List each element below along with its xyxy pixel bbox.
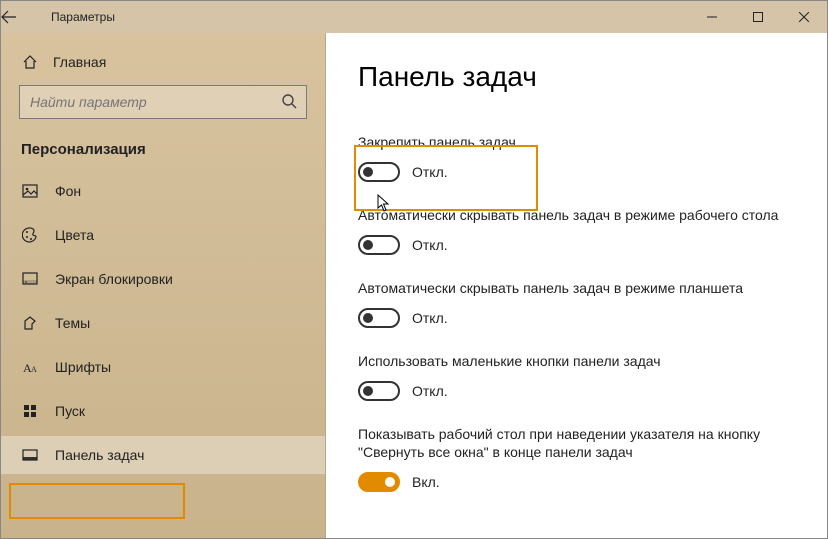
toggle-peek-desktop[interactable] (358, 472, 400, 492)
minimize-icon (707, 12, 717, 22)
sidebar-item-label: Пуск (55, 403, 85, 419)
setting-autohide-desktop: Автоматически скрывать панель задач в ре… (358, 206, 795, 255)
minimize-button[interactable] (689, 1, 735, 33)
content-pane: Панель задач Закрепить панель задач Откл… (326, 33, 827, 538)
toggle-state: Откл. (412, 237, 448, 253)
toggle-state: Откл. (412, 164, 448, 180)
toggle-state: Откл. (412, 310, 448, 326)
lockscreen-icon (21, 270, 39, 288)
toggle-state: Вкл. (412, 474, 440, 490)
close-icon (799, 12, 809, 22)
maximize-icon (753, 12, 763, 22)
sidebar-item-fonts[interactable]: AA Шрифты (1, 348, 325, 386)
sidebar-item-start[interactable]: Пуск (1, 392, 325, 430)
setting-label: Автоматически скрывать панель задач в ре… (358, 279, 795, 298)
window-title: Параметры (47, 10, 689, 24)
svg-text:A: A (31, 365, 37, 374)
picture-icon (21, 182, 39, 200)
close-button[interactable] (781, 1, 827, 33)
toggle-autohide-desktop[interactable] (358, 235, 400, 255)
home-nav[interactable]: Главная (1, 45, 325, 85)
sidebar: Главная Персонализация Фон (1, 33, 326, 538)
sidebar-item-taskbar[interactable]: Панель задач (1, 436, 325, 474)
taskbar-icon (21, 446, 39, 464)
section-title: Персонализация (1, 137, 325, 172)
sidebar-item-themes[interactable]: Темы (1, 304, 325, 342)
toggle-lock-taskbar[interactable] (358, 162, 400, 182)
setting-label: Автоматически скрывать панель задач в ре… (358, 206, 795, 225)
sidebar-item-background[interactable]: Фон (1, 172, 325, 210)
setting-peek-desktop: Показывать рабочий стол при наведении ук… (358, 425, 795, 493)
palette-icon (21, 226, 39, 244)
sidebar-item-label: Фон (55, 183, 81, 199)
sidebar-item-label: Экран блокировки (55, 271, 173, 287)
setting-lock-taskbar: Закрепить панель задач Откл. (358, 133, 795, 182)
fonts-icon: AA (21, 358, 39, 376)
sidebar-item-label: Темы (55, 315, 90, 331)
back-button[interactable] (1, 9, 47, 25)
toggle-autohide-tablet[interactable] (358, 308, 400, 328)
sidebar-item-label: Цвета (55, 227, 94, 243)
sidebar-item-lockscreen[interactable]: Экран блокировки (1, 260, 325, 298)
setting-small-buttons: Использовать маленькие кнопки панели зад… (358, 352, 795, 401)
setting-label: Показывать рабочий стол при наведении ук… (358, 425, 795, 463)
sidebar-item-label: Панель задач (55, 447, 144, 463)
start-icon (21, 402, 39, 420)
setting-label: Закрепить панель задач (358, 133, 795, 152)
sidebar-item-label: Шрифты (55, 359, 111, 375)
toggle-state: Откл. (412, 383, 448, 399)
setting-label: Использовать маленькие кнопки панели зад… (358, 352, 795, 371)
maximize-button[interactable] (735, 1, 781, 33)
titlebar: Параметры (1, 1, 827, 33)
search-input[interactable] (19, 85, 307, 119)
search-icon (281, 93, 297, 109)
setting-autohide-tablet: Автоматически скрывать панель задач в ре… (358, 279, 795, 328)
page-title: Панель задач (358, 61, 795, 93)
home-icon (21, 53, 39, 71)
themes-icon (21, 314, 39, 332)
toggle-small-buttons[interactable] (358, 381, 400, 401)
home-label: Главная (53, 54, 106, 70)
arrow-left-icon (1, 9, 17, 25)
sidebar-item-colors[interactable]: Цвета (1, 216, 325, 254)
